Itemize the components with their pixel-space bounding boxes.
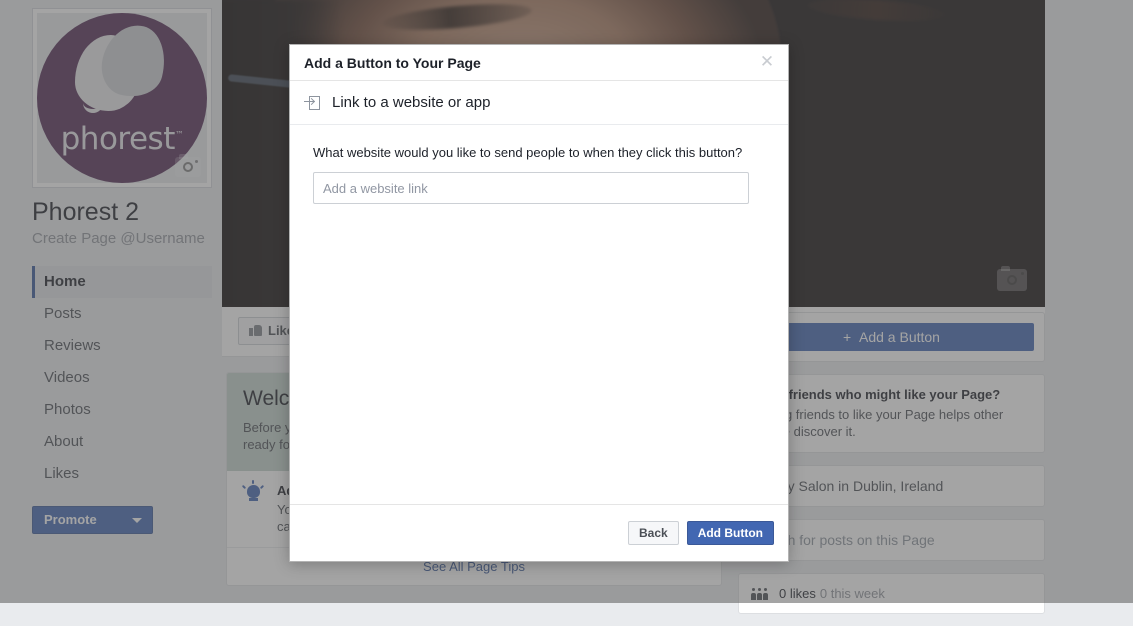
back-button[interactable]: Back <box>628 521 679 545</box>
website-link-input[interactable] <box>313 172 749 204</box>
website-question-label: What website would you like to send peop… <box>313 145 743 160</box>
add-button-submit[interactable]: Add Button <box>686 521 774 545</box>
modal-header: Add a Button to Your Page ✕ <box>290 45 788 81</box>
close-icon[interactable]: ✕ <box>758 53 776 71</box>
link-to-app-icon <box>304 95 320 110</box>
link-to-website-section[interactable]: Link to a website or app <box>290 81 788 125</box>
modal-title: Add a Button to Your Page <box>304 54 481 71</box>
add-button-modal: Add a Button to Your Page ✕ Link to a we… <box>289 44 789 562</box>
modal-footer: Back Add Button <box>290 504 788 561</box>
modal-body: What website would you like to send peop… <box>290 125 788 504</box>
link-to-app-icon-arrow <box>304 100 314 102</box>
link-to-website-label: Link to a website or app <box>332 94 491 111</box>
